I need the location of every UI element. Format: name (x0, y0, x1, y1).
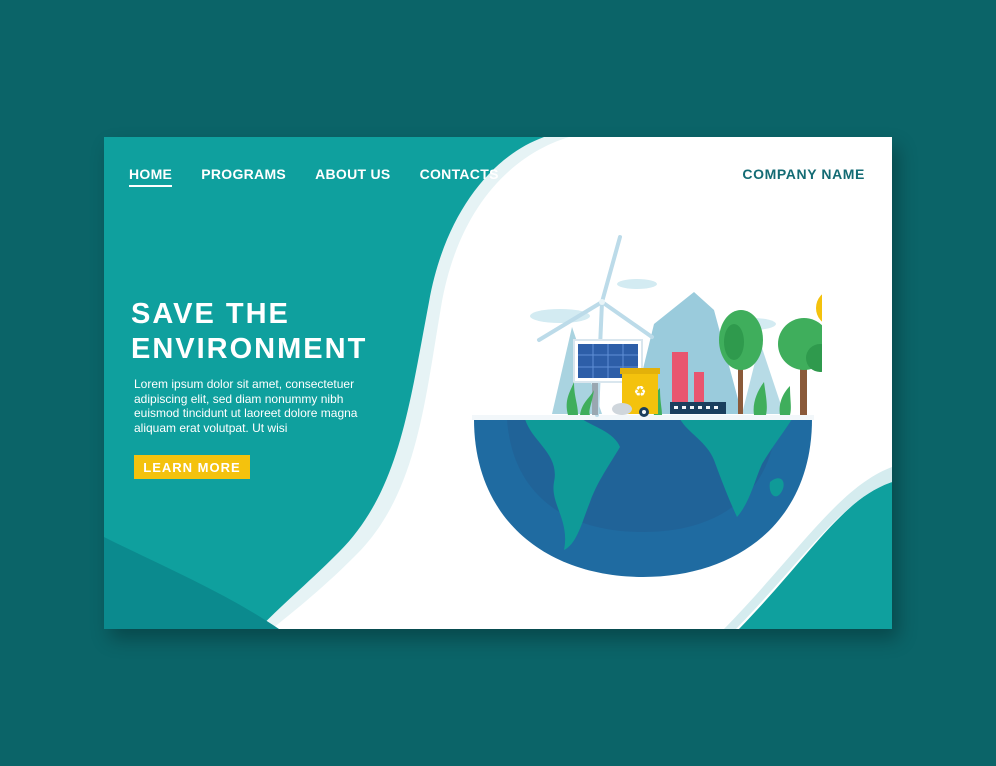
nav-contacts-link[interactable]: CONTACTS (420, 166, 499, 187)
main-nav: HOME PROGRAMS ABOUT US CONTACTS (129, 166, 528, 187)
learn-more-button[interactable]: LEARN MORE (134, 455, 250, 479)
eco-globe-illustration: ♻ (472, 235, 822, 577)
nav-programs-link[interactable]: PROGRAMS (201, 166, 286, 187)
hero-body-text: Lorem ipsum dolor sit amet, consectetuer… (134, 377, 358, 435)
nav-home-link[interactable]: HOME (129, 166, 173, 187)
nav-about-us-link[interactable]: ABOUT US (315, 166, 391, 187)
hero-title-line-1: SAVE THE (131, 298, 290, 330)
company-name[interactable]: COMPANY NAME (742, 166, 865, 182)
svg-text:♻: ♻ (634, 384, 647, 400)
landing-page-card: HOME PROGRAMS ABOUT US CONTACTS COMPANY … (104, 137, 892, 629)
hero-title-line-2: ENVIRONMENT (131, 333, 368, 365)
globe-icon (472, 415, 814, 577)
hero-title: SAVE THE ENVIRONMENT (131, 297, 367, 367)
